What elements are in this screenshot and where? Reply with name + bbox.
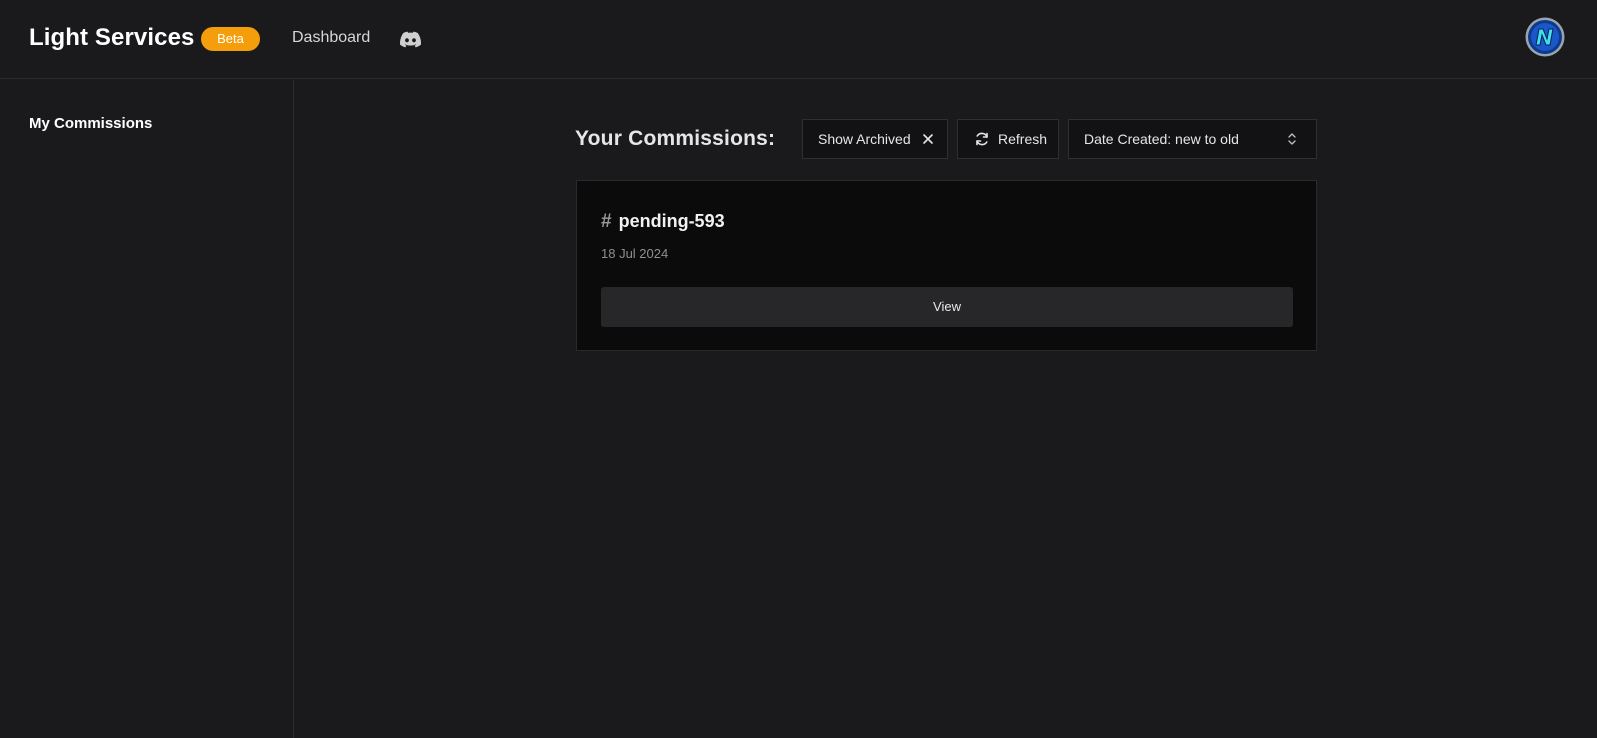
sidebar: My Commissions — [0, 80, 294, 738]
view-button[interactable]: View — [601, 287, 1293, 327]
commission-name: pending-593 — [618, 211, 725, 231]
refresh-button[interactable]: Refresh — [957, 119, 1059, 159]
sidebar-item-my-commissions[interactable]: My Commissions — [29, 115, 152, 132]
chevron-up-down-icon — [1288, 133, 1296, 145]
page-title: Your Commissions: — [575, 127, 776, 150]
show-archived-button[interactable]: Show Archived — [802, 119, 948, 159]
nav-link-dashboard[interactable]: Dashboard — [292, 29, 370, 47]
commission-title: # pending-593 — [601, 211, 725, 233]
discord-icon[interactable] — [400, 31, 421, 48]
sort-select[interactable]: Date Created: new to old — [1068, 119, 1317, 159]
sort-select-value: Date Created: new to old — [1084, 131, 1239, 147]
avatar[interactable] — [1525, 17, 1565, 57]
brand-logo[interactable]: Light Services — [29, 24, 194, 52]
refresh-label: Refresh — [998, 131, 1048, 147]
commission-date: 18 Jul 2024 — [601, 246, 669, 261]
hash-icon: # — [601, 211, 612, 232]
close-icon — [923, 134, 933, 144]
refresh-icon — [976, 132, 988, 146]
top-navbar: Light Services Beta Dashboard — [0, 0, 1597, 79]
commission-card: # pending-593 18 Jul 2024 View — [576, 180, 1317, 351]
beta-badge: Beta — [201, 27, 260, 51]
show-archived-label: Show Archived — [818, 131, 911, 147]
